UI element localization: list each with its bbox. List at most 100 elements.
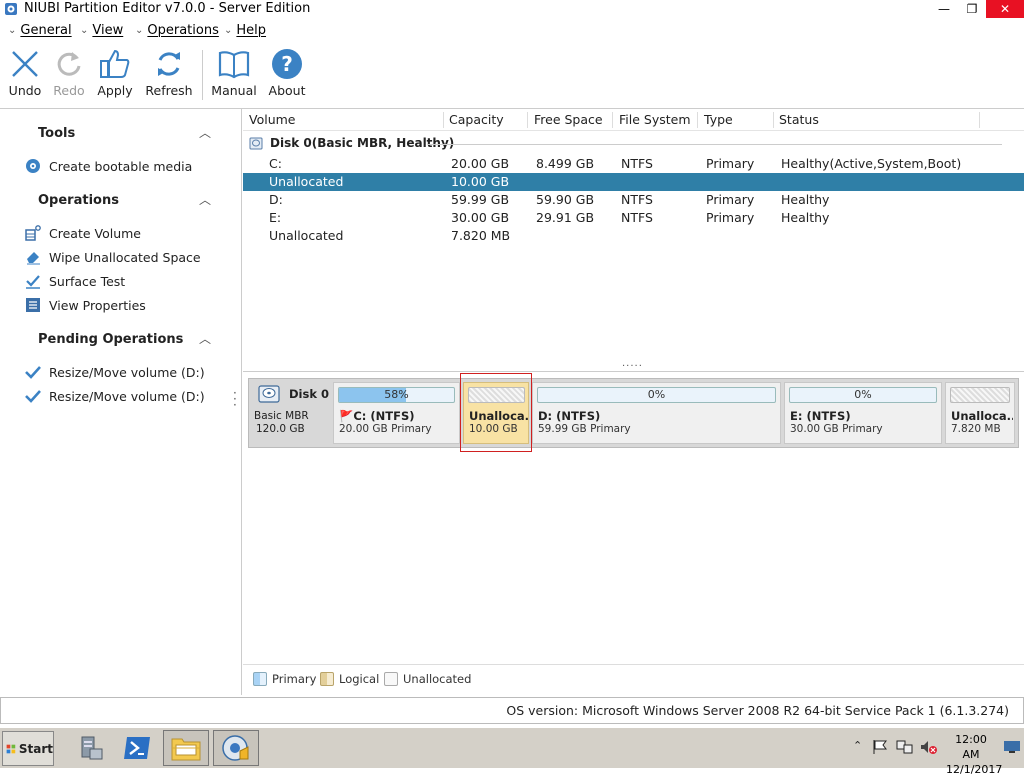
col-volume[interactable]: Volume [249,110,296,130]
partition-e[interactable]: 0% E: (NTFS) 30.00 GB Primary [784,382,942,444]
cell-fs: NTFS [621,210,653,225]
cell-volume: D: [269,192,283,207]
about-button[interactable]: ? About [259,48,315,102]
collapse-operations-icon[interactable]: ︿ [199,191,211,208]
cell-volume: Unallocated [269,174,344,189]
pending-item[interactable]: Resize/Move volume (D:) [25,364,205,380]
powershell-icon [124,737,150,759]
table-row[interactable]: C: 20.00 GB 8.499 GB NTFS Primary Health… [243,155,1024,173]
unallocated-bar [950,387,1010,403]
menu-view[interactable]: ⌄ View [80,23,123,38]
taskbar: Start ⌃ 12:00 AM 12/1/2017 [0,727,1024,776]
show-hidden-icons[interactable]: ⌃ [853,739,862,752]
pending-item[interactable]: Resize/Move volume (D:) [25,388,205,404]
minimize-button[interactable]: — [930,0,958,18]
collapse-tools-icon[interactable]: ︿ [199,124,211,141]
sidebar-item-label: Create bootable media [49,158,193,174]
clock[interactable]: 12:00 AM 12/1/2017 [946,732,1002,777]
cell-capacity: 20.00 GB [451,156,510,171]
chevron-down-icon: ⌄ [135,25,144,36]
eraser-icon [27,252,40,265]
thumbs-up-icon [100,49,130,78]
create-volume-icon [25,225,41,241]
refresh-button[interactable]: Refresh [141,48,197,102]
col-separator[interactable] [773,112,774,128]
close-button[interactable]: ✕ [986,0,1024,18]
col-separator[interactable] [527,112,528,128]
table-row-selected[interactable]: Unallocated 10.00 GB [243,173,1024,191]
col-type[interactable]: Type [704,110,733,130]
collapse-pending-icon[interactable]: ︿ [199,330,211,347]
disk0-info[interactable]: Disk 0 Basic MBR 120.0 GB [249,379,331,447]
surface-test-item[interactable]: Surface Test [25,273,125,289]
book-icon [218,51,250,79]
col-capacity[interactable]: Capacity [449,110,504,130]
legend-logical: Logical [320,672,379,686]
niubi-app-icon [222,735,249,761]
chevron-down-icon: ⌄ [80,25,89,36]
create-bootable-media-item[interactable]: Create bootable media [25,158,192,174]
legend-swatch [253,672,267,686]
cell-volume: Unallocated [269,228,344,243]
horizontal-splitter[interactable] [243,371,1024,372]
taskbar-powershell[interactable] [114,730,160,766]
start-button[interactable]: Start [2,731,54,766]
col-file-system[interactable]: File System [619,110,691,130]
disk-size: 120.0 GB [256,423,305,435]
disk-label: Disk 0(Basic MBR, Healthy) [270,136,455,150]
col-separator[interactable] [979,112,980,128]
col-status[interactable]: Status [779,110,819,130]
cell-type: Primary [706,192,755,207]
menu-help[interactable]: ⌄ Help [224,23,266,38]
cell-free: 8.499 GB [536,156,595,171]
action-center-flag-icon[interactable] [871,739,889,755]
menu-label: General [20,23,72,38]
menu-general[interactable]: ⌄ General [8,23,72,38]
partition-unallocated-end[interactable]: Unalloca... 7.820 MB [945,382,1015,444]
cell-status: Healthy [781,192,830,207]
table-row[interactable]: E: 30.00 GB 29.91 GB NTFS Primary Health… [243,209,1024,227]
col-separator[interactable] [443,112,444,128]
table-row[interactable]: D: 59.99 GB 59.90 GB NTFS Primary Health… [243,191,1024,209]
apply-label: Apply [97,83,133,98]
show-desktop-icon[interactable] [1003,740,1021,754]
server-manager-icon [81,736,103,760]
partition-c[interactable]: 58% 🚩C: (NTFS) 20.00 GB Primary [333,382,460,444]
taskbar-explorer[interactable] [163,730,209,766]
cell-capacity: 7.820 MB [451,228,511,243]
menu-operations[interactable]: ⌄ Operations [135,23,219,38]
svg-text:?: ? [281,52,293,76]
splitter-grip[interactable]: ..... [622,358,643,369]
volume-muted-icon[interactable] [920,739,938,755]
network-icon[interactable] [896,739,914,755]
taskbar-niubi[interactable] [213,730,259,766]
manual-button[interactable]: Manual [206,48,262,102]
table-row[interactable]: Unallocated 7.820 MB [243,227,1024,245]
cell-capacity: 59.99 GB [451,192,510,207]
cell-type: Primary [706,210,755,225]
col-separator[interactable] [612,112,613,128]
check-icon [25,390,41,403]
partition-d[interactable]: 0% D: (NTFS) 59.99 GB Primary [532,382,781,444]
sidebar-item-label: Surface Test [49,273,126,289]
maximize-button[interactable]: ❐ [958,0,986,18]
col-free-space[interactable]: Free Space [534,110,603,130]
legend-label: Logical [339,672,380,686]
disk-name: Disk 0 [289,387,329,401]
col-separator[interactable] [697,112,698,128]
cell-capacity: 30.00 GB [451,210,510,225]
title-bar: NIUBI Partition Editor v7.0.0 - Server E… [0,0,1024,18]
cell-fs: NTFS [621,156,653,171]
usage-percent: 0% [647,388,666,401]
partition-info: 59.99 GB Primary [538,423,631,435]
taskbar-server-manager[interactable] [66,730,112,766]
panel-resize-grip[interactable]: · · · [233,387,237,411]
cell-status: Healthy [781,210,830,225]
view-properties-item[interactable]: View Properties [25,297,146,313]
wipe-unallocated-item[interactable]: Wipe Unallocated Space [25,249,201,265]
os-version: OS version: Microsoft Windows Server 200… [506,703,1009,718]
apply-button[interactable]: Apply [87,48,143,102]
create-volume-item[interactable]: Create Volume [25,225,141,241]
disk0-row-header[interactable]: Disk 0(Basic MBR, Healthy) [249,136,454,150]
start-label: Start [18,741,53,756]
